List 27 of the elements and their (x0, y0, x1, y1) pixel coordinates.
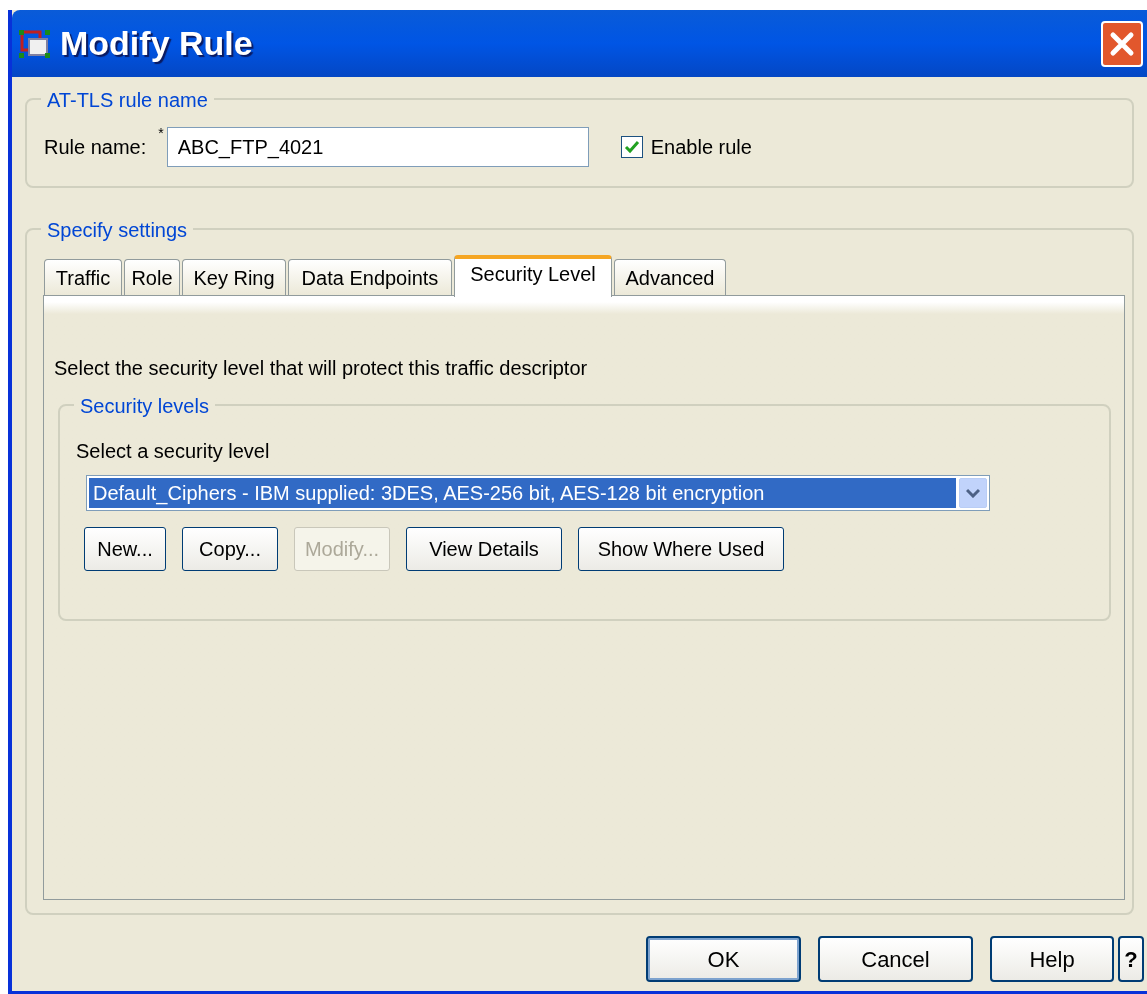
tab[interactable]: Role (124, 259, 180, 295)
required-mark: * (158, 124, 164, 143)
rule-name-field[interactable]: ABC_FTP_4021 (166, 127, 589, 167)
field-label: Rule name: (44, 135, 147, 160)
field-label: Select a security level (76, 439, 270, 464)
tab[interactable]: Security Level (454, 255, 612, 297)
dialog-button[interactable]: Help (990, 936, 1114, 982)
panel-description: Select the security level that will protect this traffic descriptor (54, 356, 588, 381)
chevron-down-icon (966, 488, 980, 498)
tab[interactable]: Advanced (614, 259, 726, 295)
action-button[interactable]: View Details (406, 527, 562, 571)
action-button[interactable]: New... (84, 527, 166, 571)
window-title: Modify Rule (60, 23, 253, 64)
dialog-button[interactable]: OK (646, 936, 801, 982)
tab[interactable]: Key Ring (182, 259, 286, 295)
tab[interactable]: Data Endpoints (288, 259, 452, 295)
enable-checkbox[interactable] (620, 136, 643, 158)
selected-option: Default_Ciphers - IBM supplied: 3DES, AES-256 bit, AES-128 bit encryption (89, 478, 956, 508)
dialog-button[interactable]: Cancel (818, 936, 973, 982)
action-button[interactable]: Show Where Used (578, 527, 784, 571)
close-button[interactable] (1101, 20, 1143, 67)
checkbox-label: Enable rule (650, 135, 752, 160)
security-level-dropdown[interactable]: Default_Ciphers - IBM supplied: 3DES, AES-256 bit, AES-128 bit encryption (86, 475, 990, 511)
tab[interactable]: Traffic (44, 259, 122, 295)
action-button[interactable]: Copy... (182, 527, 278, 571)
help-question-button[interactable]: ? (1118, 936, 1144, 982)
close-icon (1109, 30, 1135, 57)
